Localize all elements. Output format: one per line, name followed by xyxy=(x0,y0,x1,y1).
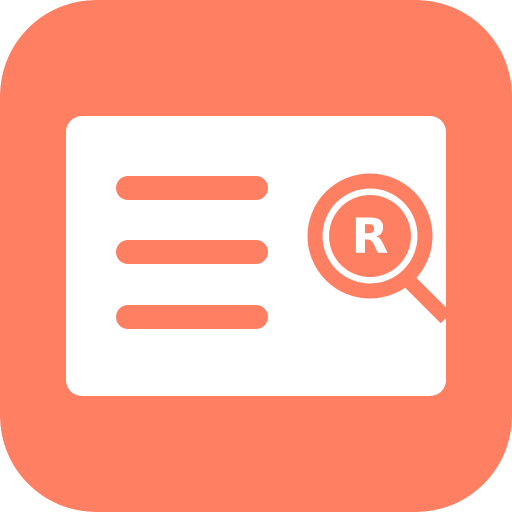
app-icon-graphic: R xyxy=(0,0,512,512)
registered-letter: R xyxy=(352,209,389,265)
app-icon[interactable]: R xyxy=(0,0,512,512)
